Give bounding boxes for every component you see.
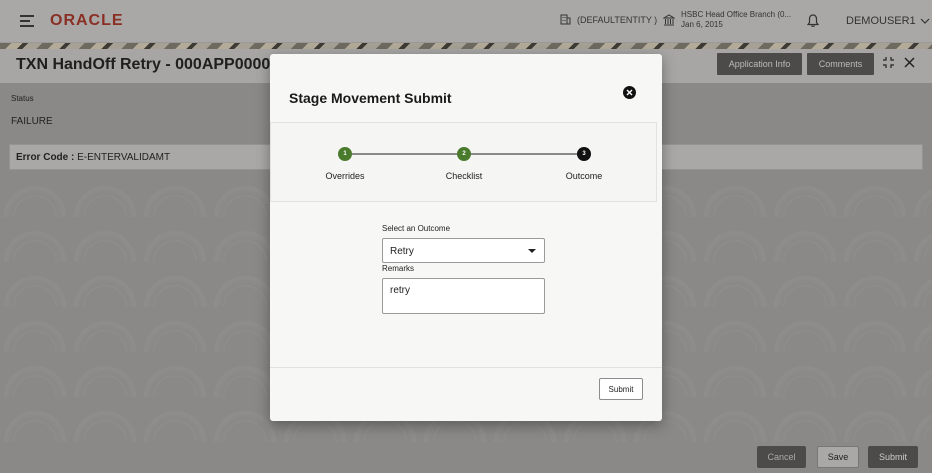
submit-button[interactable]: Submit <box>868 446 918 468</box>
oracle-logo: ORACLE <box>50 12 124 29</box>
modal-submit-button[interactable]: Submit <box>599 378 643 400</box>
close-x-glyph <box>626 89 633 96</box>
top-header: ORACLE (DEFAULTENTITY ) HSBC Head Office… <box>0 0 932 43</box>
comments-button[interactable]: Comments <box>807 53 874 75</box>
modal-title: Stage Movement Submit <box>289 90 452 106</box>
step-1-number: 1 <box>343 151 347 157</box>
error-code-label: Error Code : <box>16 152 75 163</box>
outcome-value: Retry <box>390 246 414 257</box>
outcome-select[interactable]: Retry <box>382 238 545 263</box>
entity-selector[interactable]: (DEFAULTENTITY ) <box>560 14 657 25</box>
dropdown-caret-icon <box>528 249 536 253</box>
step-3-indicator[interactable]: 3 <box>577 147 591 161</box>
user-name: DEMOUSER1 <box>846 15 916 27</box>
hamburger-menu-icon[interactable] <box>20 15 34 27</box>
bank-icon <box>663 14 675 26</box>
error-code: Error Code : E-ENTERVALIDAMT <box>16 152 170 163</box>
remarks-label: Remarks <box>382 264 415 273</box>
status-label: Status <box>11 94 34 103</box>
step-3-label: Outcome <box>565 171 603 181</box>
branch-name: HSBC Head Office Branch (0... <box>681 10 792 19</box>
notification-bell-icon[interactable] <box>807 14 819 28</box>
step-2-number: 2 <box>462 151 466 157</box>
page-title: TXN HandOff Retry - 000APP0000005 <box>16 56 297 73</box>
branch-selector[interactable]: HSBC Head Office Branch (0... Jan 6, 201… <box>663 10 791 30</box>
stage-movement-modal: Stage Movement Submit 1 2 3 Overrides Ch… <box>270 54 662 421</box>
user-menu[interactable]: DEMOUSER1 <box>846 15 930 27</box>
building-icon <box>560 14 571 25</box>
remarks-textarea[interactable]: retry <box>382 278 545 314</box>
remarks-value: retry <box>390 285 410 296</box>
outcome-label: Select an Outcome <box>382 224 451 233</box>
train-connector <box>352 153 464 155</box>
step-1-label: Overrides <box>325 171 365 181</box>
cancel-button[interactable]: Cancel <box>757 446 806 468</box>
modal-footer-divider <box>270 367 662 368</box>
save-button[interactable]: Save <box>817 446 859 468</box>
application-info-button[interactable]: Application Info <box>717 53 802 75</box>
close-page-icon[interactable] <box>904 57 915 68</box>
train-connector <box>470 153 581 155</box>
entity-label: (DEFAULTENTITY ) <box>577 14 658 25</box>
step-2-indicator[interactable]: 2 <box>457 147 471 161</box>
step-3-number: 3 <box>582 151 586 157</box>
chevron-down-icon <box>920 18 930 24</box>
step-2-label: Checklist <box>445 171 483 181</box>
status-value: FAILURE <box>11 116 53 127</box>
step-train: 1 2 3 Overrides Checklist Outcome <box>270 122 657 202</box>
error-code-value: E-ENTERVALIDAMT <box>77 152 171 163</box>
step-1-indicator[interactable]: 1 <box>338 147 352 161</box>
close-icon[interactable] <box>623 86 636 99</box>
expand-icon[interactable] <box>882 56 895 69</box>
branch-date: Jan 6, 2015 <box>681 20 723 29</box>
